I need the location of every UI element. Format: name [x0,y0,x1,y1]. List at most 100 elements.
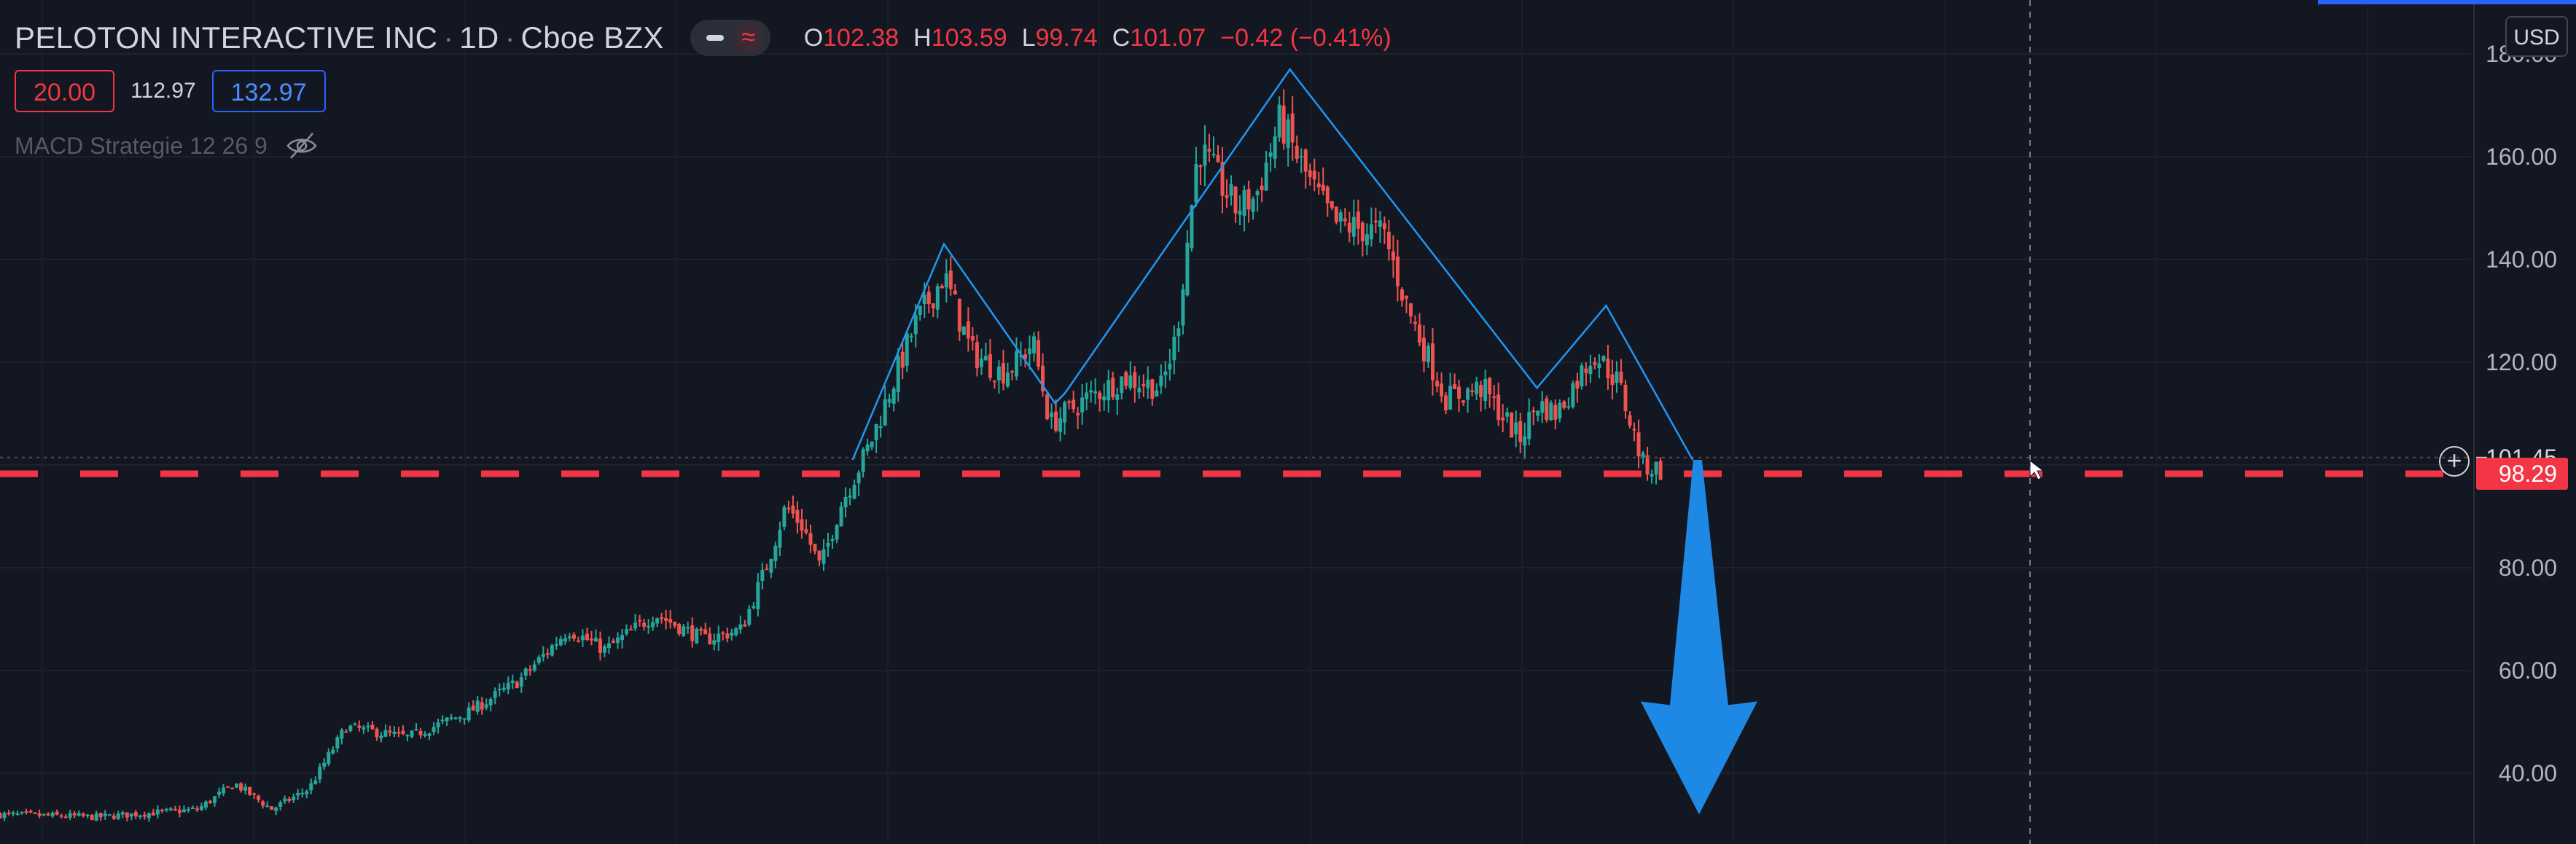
candle-up [213,796,217,803]
candle-up [68,813,72,818]
indicator-legend[interactable]: MACD Strategie 12 26 9 [15,128,319,164]
y-tick-label: 160.00 [2486,144,2557,170]
candle-down [195,808,199,810]
candle-up [488,698,493,706]
right-value-box[interactable]: 132.97 [211,70,326,112]
candle-down [1400,289,1404,301]
candle-up [1063,402,1067,423]
interval-label[interactable]: 1D [459,20,499,55]
eye-hidden-icon[interactable] [285,129,319,163]
candle-down [690,625,695,641]
candle-down [1628,415,1632,426]
candle-up [1028,348,1032,355]
candle-down [725,633,730,639]
candle-up [821,549,826,564]
candle-up [1238,211,1242,215]
currency-button[interactable]: USD [2505,16,2568,57]
candle-up [1466,388,1470,400]
candle-up [1229,184,1233,196]
candle-down [975,342,979,369]
candle-down [151,812,155,816]
candle-down [1281,105,1286,144]
candle-down [418,730,423,735]
candle-up [414,729,418,731]
candle-up [878,426,883,429]
candle-up [348,725,353,732]
candle-up [1106,380,1111,401]
candle-up [1268,152,1273,157]
candle-down [1198,165,1203,168]
candle-up [580,636,585,641]
left-value-box[interactable]: 20.00 [15,70,115,112]
candle-down [638,620,642,622]
candle-up [309,783,313,791]
candle-up [1005,372,1010,387]
candle-up [1369,224,1373,240]
candle-up [506,682,510,689]
candle-down [1391,251,1395,261]
overlay [0,0,2471,844]
candle-up [1650,474,1654,477]
candle-down [571,634,576,639]
candle-up [773,545,778,561]
candle-down [1492,396,1496,398]
candle-down [0,813,2,818]
candle-down [1216,155,1220,163]
candle-up [1601,356,1606,361]
candle-down [1444,395,1448,411]
candle-down [1553,405,1558,420]
candle-up [896,356,900,393]
ohlc-readout: O 102.38 H 103.59 L 99.74 C 101.07 −0.42 (−0… [804,24,1392,52]
candle-up [1115,394,1120,400]
candle-down [63,816,68,818]
candle-up [1159,375,1163,387]
candle-up [445,717,449,722]
candle-down [1636,432,1641,457]
add-alert-plus-icon[interactable]: + [2439,446,2470,477]
candle-up [222,787,226,794]
candle-up [235,784,239,788]
indicator-name[interactable]: MACD Strategie 12 26 9 [15,133,268,160]
candle-up [453,717,458,719]
candle-up [410,730,414,737]
candle-up [77,813,81,816]
candle-down [55,811,59,815]
candle-up [1558,402,1562,419]
candle-up [620,635,625,641]
candle-down [1496,394,1501,421]
candle-down [808,533,813,545]
candle-down [1545,398,1549,421]
price-chart[interactable]: 40.0060.0080.00100.00120.00140.00160.001… [0,0,2576,844]
candle-down [72,813,77,816]
candle-down [813,544,817,552]
candle-up [432,727,436,732]
candle-up [909,335,913,337]
candle-up [296,792,300,796]
symbol-header[interactable]: PELOTON INTERACTIVE INC · 1D · Cboe BZX … [15,15,1392,61]
market-status-pill[interactable]: ≈ [690,20,770,56]
symbol-name[interactable]: PELOTON INTERACTIVE INC [15,20,437,55]
candle-up [458,717,462,719]
candle-up [427,733,432,736]
candle-up [550,645,554,656]
candle-down [480,702,484,710]
candle-up [1299,156,1303,158]
candle-up [1505,412,1510,417]
candle-up [1128,375,1133,388]
candle-down [1501,417,1505,421]
candle-up [449,717,453,719]
candle-up [1194,164,1198,203]
candle-down [1360,222,1365,242]
candle-down [46,813,50,816]
candle-up [265,805,270,808]
candle-down [344,731,348,733]
candle-down [1510,413,1514,438]
dot-separator: · [504,20,515,55]
candle-down [708,633,712,644]
candle-down [1453,384,1457,389]
candle-up [278,802,283,807]
candle-up [593,637,598,642]
candle-down [370,724,375,730]
candle-down [1575,380,1580,389]
candle-down [1417,324,1421,343]
